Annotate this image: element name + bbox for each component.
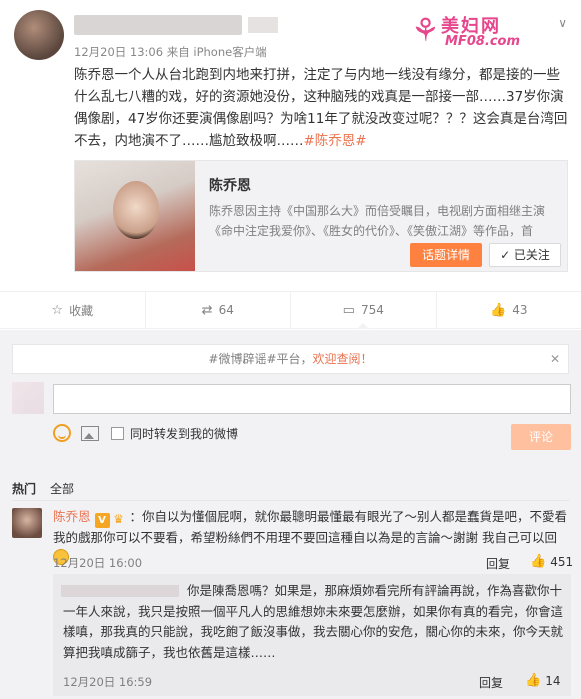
watermark-figure-icon: ⚘ [411,11,440,49]
verified-icon: V [94,513,110,528]
post-time[interactable]: 12月20日 13:06 [74,45,163,59]
current-user-avatar [12,382,44,414]
comment-button[interactable]: ▭ 754 [291,292,437,329]
author-name-blurred[interactable] [74,15,278,35]
comment-input[interactable] [53,384,571,414]
commenter-name[interactable]: 陈乔恩 [53,509,91,524]
comment-filter: 热门 全部 [12,480,74,497]
rumor-notice[interactable]: #微博辟谣#平台，欢迎查阅！ ✕ [12,344,569,374]
topic-card-title[interactable]: 陈乔恩 [209,175,251,195]
topic-card[interactable]: 陈乔恩 陈乔恩因主持《中国那么大》而倍受瞩目，电视剧方面相继主演 《命中注定我爱… [74,160,568,272]
comment-time: 12月20日 16:00 [53,556,143,570]
vip-crown-icon: ♛ [113,512,124,526]
post-meta: 12月20日 13:06 来自 iPhone客户端 [74,44,267,60]
favorite-button[interactable]: ☆ 收藏 [0,292,146,328]
filter-all[interactable]: 全部 [50,480,74,497]
favorite-label: 收藏 [69,303,94,318]
emoji-icon[interactable] [53,424,71,442]
comment-like-button[interactable]: 👍 451 [530,554,573,569]
sub-reply-text: 你是陳喬恩嗎？如果是，那麻煩妳看完所有評論再說，作為喜歡你十一年人來說，我只是按… [63,583,564,660]
sub-reply-button[interactable]: 回复 [479,674,503,691]
repost-count: 64 [218,303,234,317]
topic-card-image[interactable] [75,161,195,271]
like-button[interactable]: 👍 43 [437,292,581,328]
chevron-down-icon[interactable]: ∨ [558,16,567,30]
reply-button[interactable]: 回复 [486,555,510,572]
topic-card-desc-line: 《命中注定我爱你》、《胜女的代价》、《笑傲江湖》等作品，首 [209,224,534,238]
repost-button[interactable]: ⇄ 64 [146,292,291,328]
repost-icon: ⇄ [201,302,213,318]
notice-link[interactable]: 欢迎查阅！ [313,352,373,366]
author-avatar[interactable] [14,10,64,60]
notice-text: #微博辟谣#平台， [208,352,313,366]
post-source[interactable]: iPhone客户端 [193,45,266,59]
comment-section: #微博辟谣#平台，欢迎查阅！ ✕ 同时转发到我的微博 评论 热门 全部 陈乔恩 V… [0,330,581,699]
watermark-url: MF08.com [445,34,521,49]
followed-button[interactable]: ✓ 已关注 [489,243,561,267]
close-icon[interactable]: ✕ [550,345,560,373]
comment-icon: ▭ [342,302,355,318]
divider [12,500,569,501]
post-text: 陈乔恩一个人从台北跑到内地来打拼，注定了与内地一线没有缘分，都是接的一些什么乱七… [74,64,570,152]
thumbs-up-icon: 👍 [525,673,542,688]
star-icon: ☆ [51,302,64,318]
sub-like-count: 14 [545,673,561,688]
sub-like-button[interactable]: 👍 14 [525,673,560,688]
action-bar: ☆ 收藏 ⇄ 64 ▭ 754 👍 43 [0,291,581,329]
filter-hot[interactable]: 热门 [12,480,36,497]
comment-tools: 同时转发到我的微博 [53,424,238,442]
thumbs-up-icon: 👍 [490,302,507,318]
comment-content: ：你自以为懂個屁啊，就你最聰明最懂最有眼光了～别人都是蠢貨是吧，不愛看我的戲那你… [53,509,568,545]
sub-reply-time: 12月20日 16:59 [63,675,153,689]
image-icon[interactable] [81,425,99,441]
repost-checkbox[interactable] [111,426,124,440]
comment-count: 754 [360,303,384,317]
like-count: 43 [512,303,528,317]
thumbs-up-icon: 👍 [530,554,547,569]
topic-card-description: 陈乔恩因主持《中国那么大》而倍受瞩目，电视剧方面相继主演 《命中注定我爱你》、《… [209,201,561,241]
comment-like-count: 451 [550,554,574,569]
submit-comment-button[interactable]: 评论 [511,424,571,450]
source-prefix: 来自 [166,45,190,59]
commenter-avatar[interactable] [12,508,42,538]
hashtag-link[interactable]: #陈乔恩# [304,133,367,149]
topic-details-button[interactable]: 话题详情 [410,243,482,267]
repost-checkbox-label: 同时转发到我的微博 [130,426,239,441]
site-watermark: ⚘ 美妇网 MF08.com [411,10,537,56]
topic-card-desc-line: 陈乔恩因主持《中国那么大》而倍受瞩目，电视剧方面相继主演 [209,204,546,218]
sub-reply: 你是陳喬恩嗎？如果是，那麻煩妳看完所有評論再說，作為喜歡你十一年人來說，我只是按… [53,574,571,696]
